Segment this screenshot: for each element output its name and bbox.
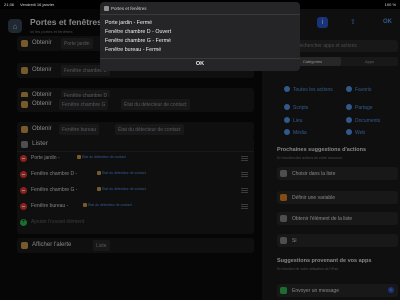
status-battery: 100 % [384, 2, 396, 7]
divider [100, 58, 300, 59]
alert-line: Fenêtre chambre G - Fermé [105, 38, 171, 44]
alert-header: Portes et fenêtres [100, 2, 300, 15]
alert-line: Fenêtre chambre D - Ouvert [105, 29, 172, 35]
alert-ok-button[interactable]: OK [100, 61, 300, 67]
shortcut-icon [104, 6, 109, 11]
status-time: 21:36 [4, 2, 15, 7]
alert-title: Portes et fenêtres [111, 6, 147, 11]
alert-dialog: Portes et fenêtres Porte jardin - Fermé … [100, 2, 300, 71]
status-date: Vendredi 16 janvier [20, 2, 55, 7]
alert-line: Fenêtre bureau - Fermé [105, 47, 162, 53]
alert-line: Porte jardin - Fermé [105, 20, 153, 26]
